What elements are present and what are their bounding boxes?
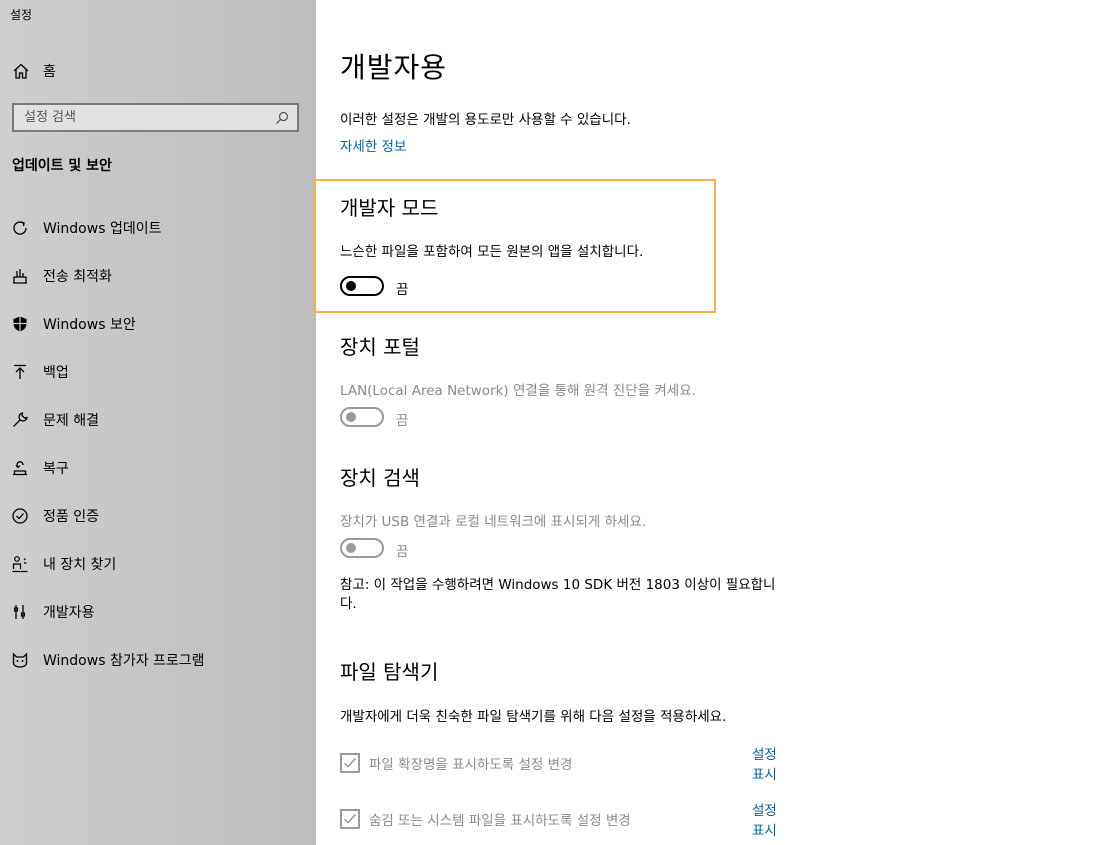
device-portal-description: LAN(Local Area Network) 연결을 통해 원격 진단을 켜세… (340, 383, 696, 399)
checkmark-icon (343, 757, 357, 768)
hidden-files-checkbox[interactable] (340, 809, 360, 829)
sidebar-nav: Windows 업데이트 전송 최적화 Windows 보안 백업 문제 해결 (0, 204, 316, 684)
nav-home-label: 홈 (43, 64, 56, 80)
sidebar-item-label: Windows 업데이트 (43, 221, 162, 237)
developer-mode-heading: 개발자 모드 (340, 196, 439, 220)
sdk-requirement-note: 참고: 이 작업을 수행하려면 Windows 10 SDK 버전 1803 이… (340, 577, 776, 612)
sidebar-section-title: 업데이트 및 보안 (12, 158, 112, 174)
sidebar-item-delivery-optimization[interactable]: 전송 최적화 (0, 252, 316, 300)
search-box[interactable] (12, 103, 299, 132)
window-title: 설정 (10, 8, 33, 22)
device-discovery-toggle-state: 끔 (396, 544, 409, 560)
sidebar-item-label: 전송 최적화 (43, 269, 112, 285)
file-extensions-checkbox[interactable] (340, 753, 360, 773)
sidebar-item-for-developers[interactable]: 개발자용 (0, 588, 316, 636)
device-portal-heading: 장치 포털 (340, 335, 420, 359)
toggle-knob (346, 281, 356, 291)
sidebar-item-troubleshoot[interactable]: 문제 해결 (0, 396, 316, 444)
file-explorer-description: 개발자에게 더욱 친숙한 파일 탐색기를 위해 다음 설정을 적용하세요. (340, 709, 727, 725)
search-icon[interactable] (271, 107, 293, 129)
sidebar-item-label: 백업 (43, 365, 69, 381)
developer-mode-toggle-state: 끔 (396, 282, 409, 298)
show-settings-link[interactable]: 설정 표시 (752, 743, 790, 783)
home-icon (13, 63, 29, 79)
show-settings-link[interactable]: 설정 표시 (752, 799, 790, 839)
sidebar-item-backup[interactable]: 백업 (0, 348, 316, 396)
device-discovery-heading: 장치 검색 (340, 466, 420, 490)
device-portal-toggle[interactable] (340, 407, 384, 427)
refresh-icon (10, 218, 30, 238)
sidebar: 설정 홈 업데이트 및 보안 Windows 업데이트 전송 최적화 (0, 0, 316, 845)
check-circle-icon (10, 506, 30, 526)
toggle-knob (346, 412, 356, 422)
sidebar-item-windows-security[interactable]: Windows 보안 (0, 300, 316, 348)
hidden-files-label: 숨김 또는 시스템 파일을 표시하도록 설정 변경 (369, 813, 631, 829)
page-description: 이러한 설정은 개발의 용도로만 사용할 수 있습니다. (340, 112, 631, 128)
developer-tools-icon (10, 602, 30, 622)
sidebar-item-windows-insider[interactable]: Windows 참가자 프로그램 (0, 636, 316, 684)
wrench-icon (10, 410, 30, 430)
hidden-files-option: 숨김 또는 시스템 파일을 표시하도록 설정 변경 설정 표시 (340, 803, 790, 839)
page-title: 개발자용 (340, 51, 448, 84)
recovery-icon (10, 458, 30, 478)
toggle-knob (346, 543, 356, 553)
sidebar-item-label: 복구 (43, 461, 69, 477)
sidebar-item-label: 문제 해결 (43, 413, 99, 429)
file-extensions-option: 파일 확장명을 표시하도록 설정 변경 설정 표시 (340, 747, 790, 783)
developer-mode-toggle[interactable] (340, 276, 384, 296)
sidebar-item-recovery[interactable]: 복구 (0, 444, 316, 492)
sidebar-item-windows-update[interactable]: Windows 업데이트 (0, 204, 316, 252)
sidebar-item-label: 정품 인증 (43, 509, 99, 525)
device-discovery-toggle[interactable] (340, 538, 384, 558)
main-content: 개발자용 이러한 설정은 개발의 용도로만 사용할 수 있습니다. 자세한 정보… (314, 0, 1096, 845)
checkmark-icon (343, 813, 357, 824)
sidebar-item-label: Windows 보안 (43, 317, 136, 333)
sidebar-item-find-my-device[interactable]: 내 장치 찾기 (0, 540, 316, 588)
sidebar-item-label: Windows 참가자 프로그램 (43, 653, 205, 669)
backup-arrow-icon (10, 362, 30, 382)
file-explorer-heading: 파일 탐색기 (340, 660, 439, 684)
shield-icon (10, 314, 30, 334)
more-info-link[interactable]: 자세한 정보 (340, 135, 406, 155)
sidebar-item-activation[interactable]: 정품 인증 (0, 492, 316, 540)
nav-home[interactable]: 홈 (12, 60, 56, 82)
person-location-icon (10, 554, 30, 574)
device-portal-toggle-state: 끔 (396, 413, 409, 429)
delivery-optimization-icon (10, 266, 30, 286)
file-extensions-label: 파일 확장명을 표시하도록 설정 변경 (369, 757, 573, 773)
developer-mode-description: 느슨한 파일을 포함하여 모든 원본의 앱을 설치합니다. (340, 244, 644, 260)
insider-cat-icon (10, 650, 30, 670)
sidebar-item-label: 내 장치 찾기 (43, 557, 117, 573)
device-discovery-description: 장치가 USB 연결과 로컬 네트워크에 표시되게 하세요. (340, 514, 647, 530)
sidebar-item-label: 개발자용 (43, 605, 95, 621)
search-input[interactable] (14, 110, 271, 125)
